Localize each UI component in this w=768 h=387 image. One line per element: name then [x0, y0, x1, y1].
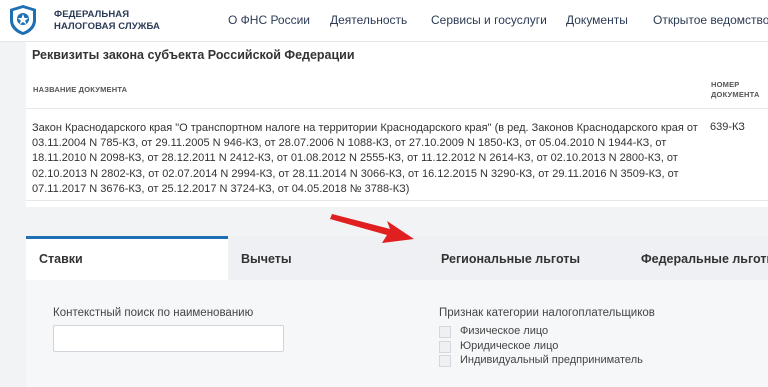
card-title: Реквизиты закона субъекта Российской Фед…	[32, 48, 355, 62]
law-details-card: Реквизиты закона субъекта Российской Фед…	[26, 42, 768, 207]
checkbox-label: Физическое лицо	[460, 325, 549, 337]
nav-open-agency[interactable]: Открытое ведомство	[653, 13, 768, 27]
tab-regional-benefits[interactable]: Региональные льготы	[428, 236, 628, 280]
table-row-divider	[26, 200, 768, 201]
checkbox-label: Индивидуальный предприниматель	[460, 354, 643, 366]
rates-panel: Контекстный поиск по наименованию Призна…	[26, 280, 768, 387]
search-label: Контекстный поиск по наименованию	[53, 307, 254, 319]
nav-about-fns[interactable]: О ФНС России	[228, 13, 310, 27]
checkbox-label: Юридическое лицо	[460, 340, 559, 352]
context-search-input[interactable]	[53, 325, 284, 352]
tab-federal-benefits[interactable]: Федеральные льготы	[628, 236, 768, 280]
nav-activity[interactable]: Деятельность	[330, 13, 407, 27]
nav-documents[interactable]: Документы	[566, 13, 628, 27]
checkbox-box[interactable]	[439, 326, 451, 338]
col-header-document-number: НОМЕР ДОКУМЕНТА	[711, 80, 760, 100]
brand-line-2: НАЛОГОВАЯ СЛУЖБА	[54, 21, 160, 32]
site-header: ФЕДЕРАЛЬНАЯ НАЛОГОВАЯ СЛУЖБА О ФНС Росси…	[0, 0, 768, 42]
col-header-number-line-1: НОМЕР	[711, 80, 740, 89]
brand-line-1: ФЕДЕРАЛЬНАЯ	[54, 9, 130, 20]
fns-emblem-logo[interactable]	[8, 4, 38, 36]
brand-name[interactable]: ФЕДЕРАЛЬНАЯ НАЛОГОВАЯ СЛУЖБА	[54, 9, 160, 33]
col-header-document-name: НАЗВАНИЕ ДОКУМЕНТА	[33, 85, 128, 94]
page: ФЕДЕРАЛЬНАЯ НАЛОГОВАЯ СЛУЖБА О ФНС Росси…	[0, 0, 768, 387]
document-number-cell: 639-КЗ	[710, 121, 745, 133]
document-name-cell: Закон Краснодарского края "О транспортно…	[32, 122, 698, 195]
tab-rates[interactable]: Ставки	[26, 236, 228, 280]
category-label: Признак категории налогоплательщиков	[439, 307, 655, 319]
nav-services[interactable]: Сервисы и госуслуги	[431, 13, 547, 27]
col-header-number-line-2: ДОКУМЕНТА	[711, 90, 760, 99]
red-arrow-icon	[330, 214, 414, 243]
checkbox-box[interactable]	[439, 341, 451, 353]
checkbox-box[interactable]	[439, 355, 451, 367]
table-header-divider	[26, 108, 768, 109]
